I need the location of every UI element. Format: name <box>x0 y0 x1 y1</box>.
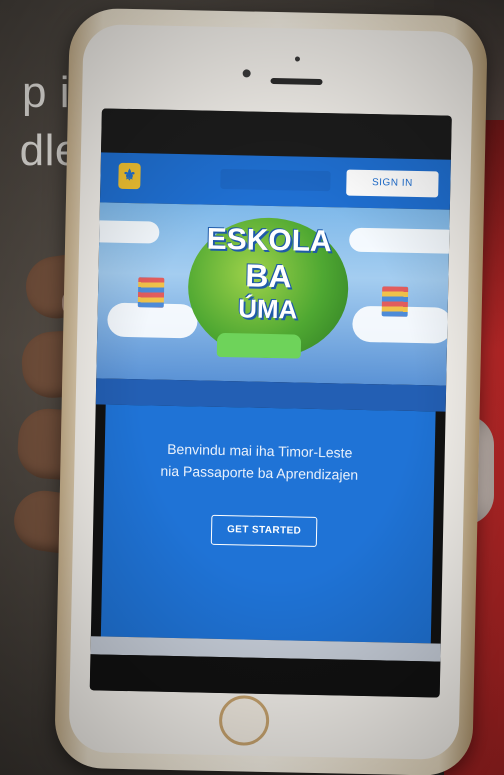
screen-bottom-bezel <box>89 654 441 698</box>
hero-title-line-3: ÚMA <box>237 293 298 325</box>
hero-banner: ESKOLA BA ÚMA <box>96 202 450 386</box>
sign-in-button[interactable]: SIGN IN <box>346 169 439 198</box>
cloud <box>96 220 160 244</box>
phone-screen: ⚜ SIGN IN ESKOLA BA ÚMA Benvindu mai iha… <box>89 108 452 698</box>
header-logo-faint <box>220 168 331 192</box>
bus-illustration <box>216 332 302 359</box>
get-started-button[interactable]: GET STARTED <box>210 514 318 547</box>
books-stack <box>137 277 165 308</box>
app-header: ⚜ SIGN IN <box>99 152 451 210</box>
emblem-icon[interactable]: ⚜ <box>118 162 141 190</box>
hero-title-line-2: BA <box>244 257 292 295</box>
photo-scene: p in dle- ⚜ SIGN IN ESKOLA BA ÚMA Benvin… <box>0 0 504 775</box>
smartphone: ⚜ SIGN IN ESKOLA BA ÚMA Benvindu mai iha… <box>54 7 488 775</box>
status-bar <box>100 108 452 160</box>
welcome-message: Benvindu mai iha Timor-Leste nia Passapo… <box>104 437 415 487</box>
front-sensor <box>294 56 301 62</box>
cloud <box>107 302 198 339</box>
books-stack <box>381 286 409 317</box>
earpiece-speaker <box>270 77 323 86</box>
hero-title-line-1: ESKOLA <box>206 222 333 259</box>
cloud <box>348 227 450 254</box>
